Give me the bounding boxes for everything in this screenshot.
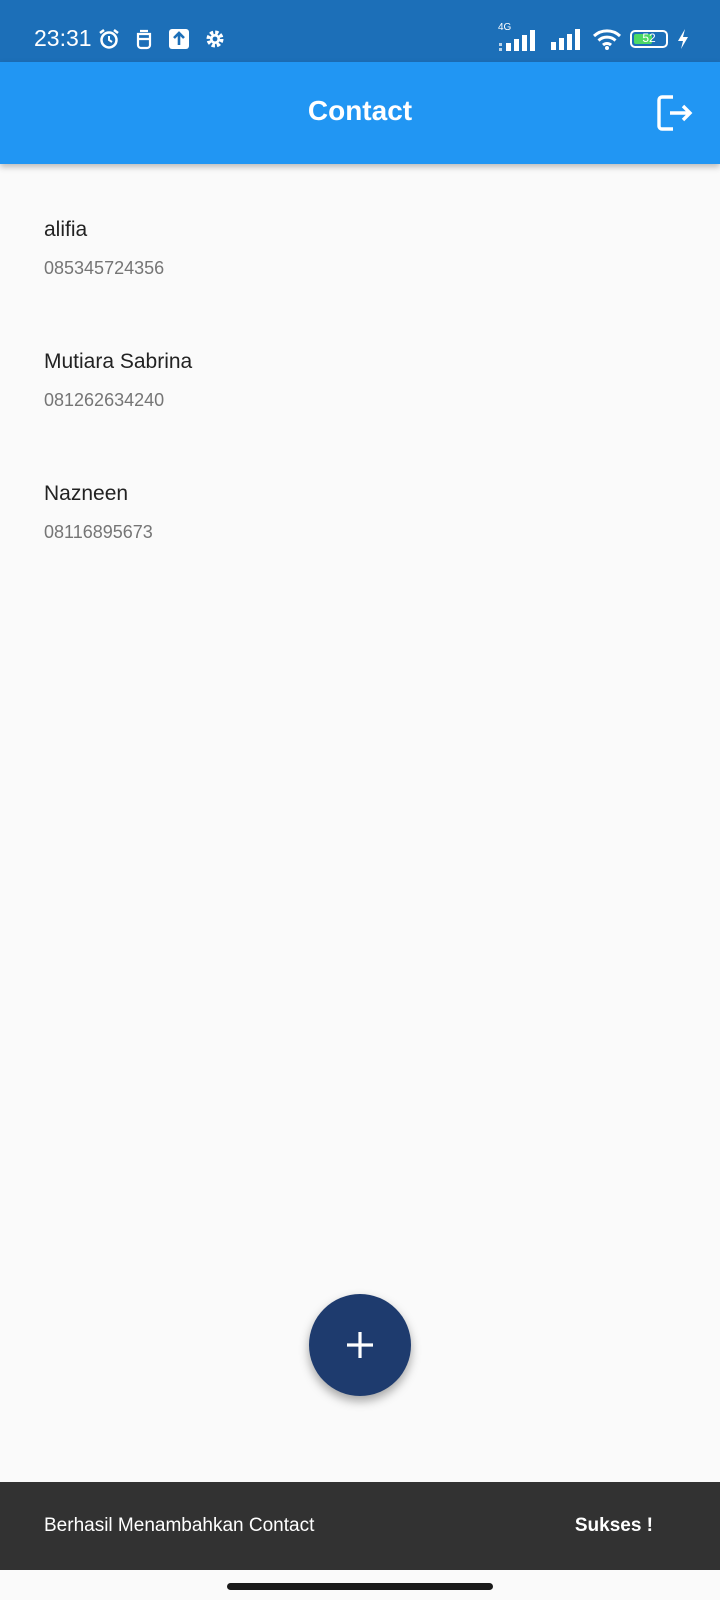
snackbar-action-button[interactable]: Sukses !: [575, 1515, 653, 1537]
battery-level: 52: [642, 31, 656, 45]
alarm-icon: [99, 29, 119, 49]
contact-item[interactable]: alifia 085345724356: [44, 218, 674, 328]
contact-item[interactable]: Mutiara Sabrina 081262634240: [44, 350, 674, 460]
snackbar: Berhasil Menambahkan Contact Sukses !: [0, 1482, 720, 1570]
contact-phone: 085345724356: [44, 258, 165, 278]
contact-name: alifia: [44, 218, 88, 241]
contact-name: Mutiara Sabrina: [44, 350, 193, 373]
wifi-icon: [592, 29, 622, 50]
home-indicator[interactable]: [227, 1583, 493, 1590]
logout-button[interactable]: [656, 94, 694, 132]
status-time: 23:31: [34, 25, 92, 51]
status-system-icons: 4G 52: [498, 22, 690, 54]
status-notification-icons: [98, 26, 226, 52]
page-title: Contact: [307, 95, 413, 126]
status-bar: 23:31 4G 52: [0, 0, 720, 62]
upload-icon: [169, 29, 189, 49]
logout-icon: [657, 95, 693, 131]
settings-gear-icon: [206, 30, 224, 48]
contact-phone: 08116895673: [44, 522, 153, 542]
mascot-icon: [136, 29, 152, 50]
add-contact-button[interactable]: [309, 1294, 411, 1396]
contact-name: Nazneen: [44, 482, 129, 505]
signal-icon: [551, 29, 580, 50]
plus-icon: [347, 1332, 373, 1358]
contact-phone: 081262634240: [44, 390, 165, 410]
signal-4g-icon: 4G: [498, 22, 542, 54]
battery-icon: 52: [630, 30, 668, 48]
app-bar: Contact: [0, 62, 720, 164]
contact-item[interactable]: Nazneen 08116895673: [44, 482, 674, 592]
charging-bolt-icon: [678, 29, 688, 49]
snackbar-message: Berhasil Menambahkan Contact: [44, 1515, 315, 1536]
gesture-nav-area: [0, 1570, 720, 1600]
